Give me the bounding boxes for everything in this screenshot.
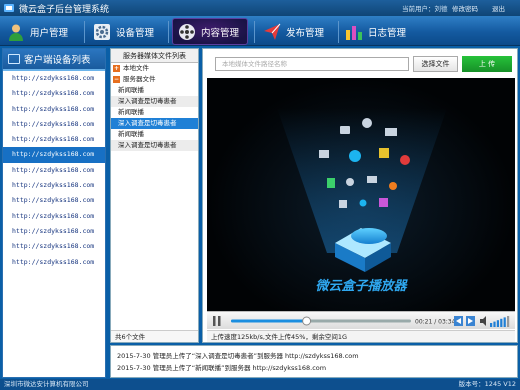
- activity-log: 2015-7-30 管理员上传了“深入调查是切毒患者”到服务器 http://s…: [110, 345, 518, 378]
- group-label: 服务器文件: [123, 75, 156, 83]
- film-reel-icon: [177, 22, 197, 42]
- server-file-list: 新闻联播 深入调查是切毒患者 新闻联播 深入调查是切毒患者 新闻联播 深入调查是切毒患者: [111, 85, 198, 151]
- volume-level-bar: [503, 317, 506, 327]
- send-icon: [262, 22, 282, 42]
- device-list-item[interactable]: http://szdykss168.com: [3, 117, 105, 132]
- device-list-item[interactable]: http://szdykss168.com: [3, 193, 105, 208]
- volume-level-bar: [496, 320, 499, 327]
- device-list-item[interactable]: http://szdykss168.com: [3, 239, 105, 254]
- user-icon: [6, 22, 26, 42]
- player-brand-text: 微云盒子播放器: [315, 278, 408, 294]
- device-list-header: 客户端设备列表: [3, 49, 105, 71]
- player-controls: 00:21 / 03:34: [207, 311, 515, 329]
- main-nav: 用户管理 设备管理 内容管理 发布管理 日志管理: [0, 16, 520, 46]
- file-path-input[interactable]: 本地媒体文件路径名称: [215, 57, 409, 71]
- player-panel: 本地媒体文件路径名称 选择文件 上 传 微云盒子播放器 00:21 / 03:3…: [202, 48, 518, 343]
- device-list-item[interactable]: http://szdykss168.com: [3, 132, 105, 147]
- tab-label: 用户管理: [30, 27, 69, 39]
- status-bar: 深圳市微达安计算机有限公司 版本号：1245 V12: [0, 379, 520, 390]
- company-name: 深圳市微达安计算机有限公司: [4, 380, 89, 388]
- version-number: 版本号：1245 V12: [458, 380, 516, 388]
- media-file-panel: 服务器媒体文件列表 + 本地文件 − 服务器文件 新闻联播 深入调查是切毒患者 新闻联播…: [110, 48, 199, 343]
- device-list-item[interactable]: http://szdykss168.com: [3, 255, 105, 270]
- upload-status: 上传速度125kb/s,文件上传45%，剩余空间1G: [207, 330, 515, 342]
- tab-user-management[interactable]: 用户管理: [6, 18, 68, 45]
- device-list: http://szdykss168.com http://szdykss168.c…: [3, 71, 105, 270]
- pause-button[interactable]: [213, 316, 221, 326]
- choose-file-button[interactable]: 选择文件: [413, 56, 458, 72]
- next-button[interactable]: [466, 316, 475, 326]
- volume-icon[interactable]: [480, 316, 486, 326]
- change-password-link[interactable]: 修改密码: [452, 3, 478, 13]
- media-file-item[interactable]: 深入调查是切毒患者: [111, 96, 198, 107]
- video-area[interactable]: 微云盒子播放器: [207, 78, 515, 311]
- media-file-item[interactable]: 新闻联播: [111, 85, 198, 96]
- server-files-group[interactable]: − 服务器文件: [111, 74, 198, 85]
- media-file-item[interactable]: 深入调查是切毒患者: [111, 118, 198, 129]
- collapse-minus-icon: −: [113, 76, 120, 83]
- device-list-item[interactable]: http://szdykss168.com: [3, 102, 105, 117]
- volume-level-bar: [490, 323, 493, 327]
- media-file-item[interactable]: 新闻联播: [111, 107, 198, 118]
- tab-label: 内容管理: [201, 27, 240, 39]
- group-label: 本地文件: [123, 64, 149, 72]
- logout-link[interactable]: 退出: [492, 3, 505, 13]
- device-list-item[interactable]: http://szdykss168.com: [3, 147, 105, 163]
- tab-label: 发布管理: [286, 27, 325, 39]
- media-list-title: 服务器媒体文件列表: [111, 49, 198, 63]
- title-bar: 微云盒子后台管理系统 当前用户：刘德 修改密码 退出: [0, 0, 520, 16]
- device-list-item[interactable]: http://szdykss168.com: [3, 86, 105, 101]
- tab-device-management[interactable]: 设备管理: [92, 18, 154, 45]
- time-readout: 00:21 / 03:34: [415, 319, 456, 326]
- device-list-item[interactable]: http://szdykss168.com: [3, 224, 105, 239]
- volume-level-bar: [493, 321, 496, 327]
- current-user-text: 当前用户：刘德: [402, 5, 448, 13]
- progress-fill: [231, 319, 307, 323]
- volume-level-bar: [507, 316, 510, 327]
- bar-chart-icon: [344, 22, 364, 42]
- expand-plus-icon: +: [113, 65, 120, 72]
- tab-log-management[interactable]: 日志管理: [344, 18, 406, 45]
- player-splash-graphic: 微云盒子播放器: [277, 108, 447, 294]
- volume-bar[interactable]: [490, 316, 510, 327]
- media-file-item[interactable]: 新闻联播: [111, 129, 198, 140]
- device-list-item[interactable]: http://szdykss168.com: [3, 163, 105, 178]
- progress-handle[interactable]: [302, 316, 312, 326]
- local-files-group[interactable]: + 本地文件: [111, 63, 198, 74]
- tab-label: 日志管理: [368, 27, 407, 39]
- app-title: 微云盒子后台管理系统: [19, 5, 110, 15]
- device-list-panel: 客户端设备列表 http://szdykss168.com http://szdy…: [2, 48, 106, 378]
- prev-button[interactable]: [454, 316, 463, 326]
- file-count: 共6个文件: [111, 330, 198, 342]
- log-line: 2015-7-30 管理员上传了“深入调查是切毒患者”到服务器 http://s…: [117, 352, 359, 360]
- tab-publish-management[interactable]: 发布管理: [262, 18, 324, 45]
- log-line: 2015-7-30 管理员上传了“新闻联播”到服务器 http://szdyks…: [117, 364, 327, 372]
- upload-button[interactable]: 上 传: [462, 56, 512, 72]
- volume-level-bar: [500, 318, 503, 327]
- device-list-item[interactable]: http://szdykss168.com: [3, 71, 105, 86]
- app-logo-icon: [4, 4, 14, 12]
- device-list-item[interactable]: http://szdykss168.com: [3, 178, 105, 193]
- tab-content-management[interactable]: 内容管理: [172, 18, 248, 45]
- tab-label: 设备管理: [116, 27, 155, 39]
- media-file-item[interactable]: 深入调查是切毒患者: [111, 140, 198, 151]
- device-list-title: 客户端设备列表: [24, 55, 91, 66]
- gear-icon: [92, 22, 112, 42]
- monitor-icon: [8, 54, 20, 64]
- device-list-item[interactable]: http://szdykss168.com: [3, 209, 105, 224]
